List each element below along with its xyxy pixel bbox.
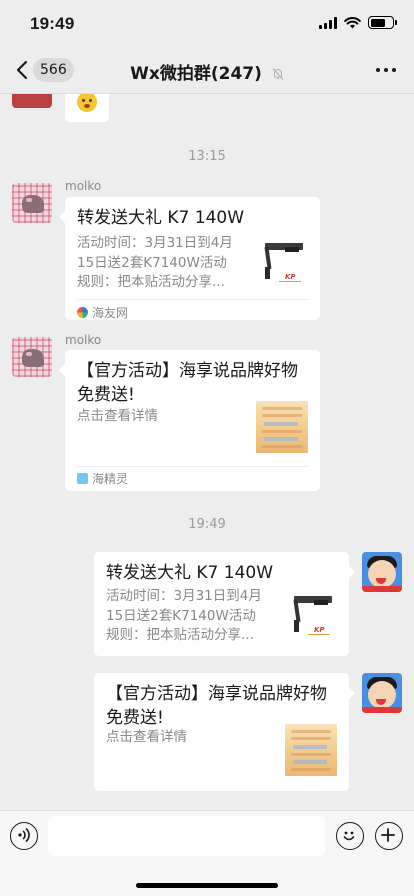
bell-slash-icon bbox=[272, 68, 284, 80]
link-card-message[interactable]: 转发送大礼 K7 140W 活动时间：3月31日到4月 15日送2套K7140W… bbox=[59, 197, 320, 321]
thumb-logo: KP bbox=[314, 626, 325, 634]
status-icons bbox=[319, 16, 397, 29]
sender-name: molko bbox=[65, 333, 102, 347]
chat-title-wrap: Wx微拍群(247) bbox=[0, 59, 414, 84]
message-list[interactable]: 13:15 molko 转发送大礼 K7 140W 活动时间：3月31日到4月 … bbox=[0, 94, 414, 810]
document-thumbnail bbox=[256, 401, 308, 453]
home-indicator bbox=[136, 883, 278, 888]
link-card-message[interactable]: 【官方活动】海享说品牌好物 免费送! 点击查看详情 bbox=[94, 673, 355, 791]
card-title: 【官方活动】海享说品牌好物 免费送! bbox=[106, 684, 327, 728]
link-card-message[interactable]: 转发送大礼 K7 140W 活动时间：3月31日到4月 15日送2套K7140W… bbox=[94, 552, 355, 656]
card-source: 海精灵 bbox=[77, 470, 128, 487]
lamp-product-thumbnail: KP bbox=[257, 239, 309, 291]
voice-icon[interactable] bbox=[10, 822, 38, 850]
card-description: 活动时间：3月31日到4月 15日送2套K7140W活动 规则：把本贴活动分享.… bbox=[77, 235, 233, 290]
status-bar: 19:49 bbox=[0, 0, 414, 46]
more-icon[interactable] bbox=[376, 68, 396, 72]
sender-name: molko bbox=[65, 179, 102, 193]
card-description: 点击查看详情 bbox=[77, 408, 158, 424]
card-source: 海友网 bbox=[77, 304, 128, 321]
card-description: 活动时间：3月31日到4月 15日送2套K7140W活动 规则：把本贴活动分享.… bbox=[106, 588, 262, 643]
thumb-logo: KP bbox=[285, 273, 296, 281]
signal-icon bbox=[319, 16, 337, 29]
time-stamp: 19:49 bbox=[188, 517, 226, 532]
avatar[interactable] bbox=[12, 183, 52, 223]
plus-icon[interactable] bbox=[375, 822, 403, 850]
lamp-product-thumbnail: KP bbox=[286, 592, 338, 644]
emoji-message-bubble[interactable] bbox=[65, 94, 109, 122]
document-thumbnail bbox=[285, 724, 337, 776]
link-card-message[interactable]: 【官方活动】海享说品牌好物 免费送! 点击查看详情 海精灵 bbox=[59, 350, 320, 491]
message-input[interactable] bbox=[48, 816, 325, 856]
card-description: 点击查看详情 bbox=[106, 729, 187, 745]
chat-title: Wx微拍群(247) bbox=[130, 64, 262, 84]
avatar[interactable] bbox=[12, 337, 52, 377]
battery-icon bbox=[368, 16, 397, 29]
input-bar bbox=[0, 810, 414, 896]
avatar[interactable] bbox=[12, 94, 52, 108]
emoji-face-icon bbox=[77, 94, 97, 112]
wifi-icon bbox=[344, 16, 361, 28]
avatar[interactable] bbox=[362, 673, 402, 713]
avatar[interactable] bbox=[362, 552, 402, 592]
card-title: 转发送大礼 K7 140W bbox=[77, 208, 245, 228]
haijingling-logo-icon bbox=[77, 473, 88, 484]
time-stamp: 13:15 bbox=[188, 149, 226, 164]
status-time: 19:49 bbox=[30, 14, 75, 33]
haiyou-logo-icon bbox=[77, 307, 88, 318]
emoji-icon[interactable] bbox=[336, 822, 364, 850]
chat-header: 566 Wx微拍群(247) bbox=[0, 46, 414, 94]
card-title: 【官方活动】海享说品牌好物 免费送! bbox=[77, 361, 298, 405]
card-title: 转发送大礼 K7 140W bbox=[106, 563, 274, 583]
